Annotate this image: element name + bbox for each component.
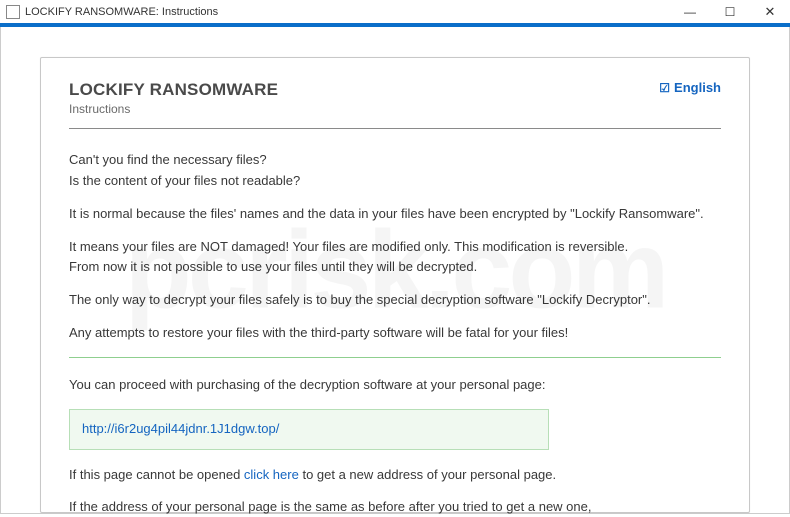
- text-line: If this page cannot be opened click here…: [69, 466, 721, 485]
- checkbox-icon: ☑: [659, 81, 670, 95]
- window-title: LOCKIFY RANSOMWARE: Instructions: [25, 6, 670, 18]
- text-line: If the address of your personal page is …: [69, 498, 721, 517]
- document-body: Can't you find the necessary files? Is t…: [69, 129, 721, 517]
- text-line: Any attempts to restore your files with …: [69, 324, 721, 343]
- text-line: Can't you find the necessary files?: [69, 151, 721, 170]
- personal-page-url: http://i6r2ug4pil44jdnr.1J1dgw.top/: [82, 421, 279, 436]
- close-button[interactable]: ✕: [750, 0, 790, 24]
- text-line: From now it is not possible to use your …: [69, 258, 721, 277]
- text-line: It means your files are NOT damaged! You…: [69, 238, 721, 257]
- text-line: It is normal because the files' names an…: [69, 205, 721, 224]
- window-titlebar: LOCKIFY RANSOMWARE: Instructions — ☐ ✕: [0, 0, 790, 24]
- section-divider: [69, 357, 721, 358]
- maximize-button[interactable]: ☐: [710, 0, 750, 24]
- text-line: Is the content of your files not readabl…: [69, 172, 721, 191]
- page-title: LOCKIFY RANSOMWARE: [69, 80, 278, 100]
- app-icon: [6, 5, 20, 19]
- language-selector[interactable]: ☑ English: [659, 80, 721, 95]
- minimize-button[interactable]: —: [670, 0, 710, 24]
- document-card: LOCKIFY RANSOMWARE Instructions ☑ Englis…: [40, 57, 750, 513]
- text-fragment: If this page cannot be opened: [69, 467, 244, 482]
- client-area: pcrisk.com LOCKIFY RANSOMWARE Instructio…: [0, 27, 790, 514]
- page-subtitle: Instructions: [69, 102, 278, 116]
- personal-page-url-box[interactable]: http://i6r2ug4pil44jdnr.1J1dgw.top/: [69, 409, 549, 450]
- click-here-link[interactable]: click here: [244, 467, 303, 482]
- text-fragment: to get a new address of your personal pa…: [302, 467, 556, 482]
- language-label: English: [674, 80, 721, 95]
- text-line: The only way to decrypt your files safel…: [69, 291, 721, 310]
- document-header: LOCKIFY RANSOMWARE Instructions ☑ Englis…: [69, 80, 721, 116]
- text-line: You can proceed with purchasing of the d…: [69, 376, 721, 395]
